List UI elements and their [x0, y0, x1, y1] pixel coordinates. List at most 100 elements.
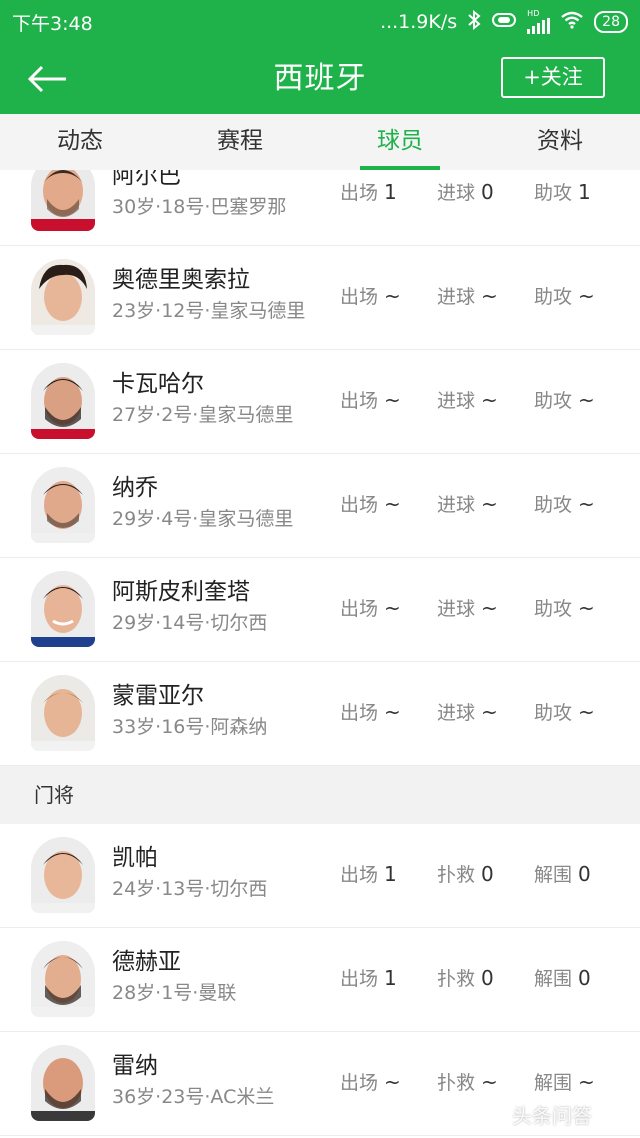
stat-value: 1: [384, 180, 397, 204]
stat-label: 助攻: [534, 702, 573, 724]
stat-value: ~: [481, 388, 498, 412]
watermark: 头条问答: [484, 1100, 592, 1129]
player-row[interactable]: 奥德里奥索拉 23岁·12号·皇家马德里 出场 ~ 进球 ~ 助攻 ~: [0, 246, 640, 350]
stat-value: 0: [481, 862, 494, 886]
app-bar: 西班牙 +关注: [0, 44, 640, 114]
stat-label: 解围: [534, 968, 573, 990]
player-row[interactable]: 阿尔巴 30岁·18号·巴塞罗那 出场 1 进球 0 助攻 1: [0, 170, 640, 246]
tab-info[interactable]: 资料: [480, 114, 640, 170]
player-meta: 33岁·16号·阿森纳: [112, 716, 268, 738]
player-name: 德赫亚: [112, 949, 181, 975]
player-name: 雷纳: [112, 1053, 158, 1079]
stat-assists: 助攻 ~: [534, 490, 595, 517]
stat-value: ~: [578, 492, 595, 516]
stat-apps: 出场 ~: [340, 386, 401, 413]
stat-value: ~: [481, 284, 498, 308]
tab-bar: 动态 赛程 球员 资料: [0, 114, 640, 170]
stat-label: 进球: [437, 182, 476, 204]
stat-label: 扑救: [437, 1072, 476, 1094]
stat-value: 0: [578, 966, 591, 990]
stat-value: 1: [384, 966, 397, 990]
player-meta: 29岁·4号·皇家马德里: [112, 508, 294, 530]
stat-saves: 扑救 0: [437, 860, 494, 887]
stat-value: ~: [578, 1070, 595, 1094]
player-name: 卡瓦哈尔: [112, 371, 204, 397]
stat-goals: 进球 ~: [437, 282, 498, 309]
follow-button[interactable]: +关注: [501, 57, 605, 98]
avatar: [31, 170, 95, 231]
avatar: [31, 363, 95, 439]
stat-goals: 进球 ~: [437, 698, 498, 725]
stat-value: 0: [578, 862, 591, 886]
stat-label: 解围: [534, 864, 573, 886]
player-meta: 28岁·1号·曼联: [112, 982, 237, 1004]
stat-value: ~: [481, 596, 498, 620]
stat-apps: 出场 1: [340, 178, 397, 205]
status-time: 下午3:48: [12, 12, 93, 35]
stat-goals: 进球 ~: [437, 594, 498, 621]
list-inner: 阿尔巴 30岁·18号·巴塞罗那 出场 1 进球 0 助攻 1 奥德里奥索拉 23岁·…: [0, 170, 640, 1136]
stat-value: ~: [384, 596, 401, 620]
stat-value: ~: [481, 1070, 498, 1094]
stat-value: ~: [578, 596, 595, 620]
player-row[interactable]: 凯帕 24岁·13号·切尔西 出场 1 扑救 0 解围 0: [0, 824, 640, 928]
stat-value: 0: [481, 966, 494, 990]
player-name: 纳乔: [112, 475, 158, 501]
wifi-icon: [560, 11, 584, 34]
stat-clearances: 解围 ~: [534, 1068, 595, 1095]
player-row[interactable]: 纳乔 29岁·4号·皇家马德里 出场 ~ 进球 ~ 助攻 ~: [0, 454, 640, 558]
stat-value: 1: [578, 180, 591, 204]
avatar: [31, 467, 95, 543]
stat-goals: 进球 ~: [437, 490, 498, 517]
stat-apps: 出场 ~: [340, 698, 401, 725]
tab-dynamics[interactable]: 动态: [0, 114, 160, 170]
stat-value: 1: [384, 862, 397, 886]
player-name: 阿尔巴: [112, 170, 181, 189]
player-name: 阿斯皮利奎塔: [112, 579, 250, 605]
stat-value: ~: [578, 700, 595, 724]
stat-apps: 出场 ~: [340, 1068, 401, 1095]
stat-label: 扑救: [437, 864, 476, 886]
stat-goals: 进球 0: [437, 178, 494, 205]
player-row[interactable]: 卡瓦哈尔 27岁·2号·皇家马德里 出场 ~ 进球 ~ 助攻 ~: [0, 350, 640, 454]
stat-value: ~: [384, 388, 401, 412]
stat-label: 扑救: [437, 968, 476, 990]
avatar: [31, 571, 95, 647]
player-meta: 36岁·23号·AC米兰: [112, 1086, 275, 1108]
player-row[interactable]: 蒙雷亚尔 33岁·16号·阿森纳 出场 ~ 进球 ~ 助攻 ~: [0, 662, 640, 766]
player-meta: 27岁·2号·皇家马德里: [112, 404, 294, 426]
stat-value: ~: [578, 284, 595, 308]
avatar: [31, 941, 95, 1017]
tab-players[interactable]: 球员: [320, 114, 480, 170]
stat-value: ~: [481, 492, 498, 516]
stat-assists: 助攻 ~: [534, 698, 595, 725]
stat-label: 出场: [340, 1072, 379, 1094]
stat-apps: 出场 ~: [340, 490, 401, 517]
stat-label: 助攻: [534, 182, 573, 204]
stat-label: 出场: [340, 968, 379, 990]
player-row[interactable]: 阿斯皮利奎塔 29岁·14号·切尔西 出场 ~ 进球 ~ 助攻 ~: [0, 558, 640, 662]
stat-saves: 扑救 0: [437, 964, 494, 991]
stat-label: 进球: [437, 702, 476, 724]
player-meta: 23岁·12号·皇家马德里: [112, 300, 306, 322]
network-speed: ...1.9K/s: [380, 11, 458, 33]
player-name: 奥德里奥索拉: [112, 267, 250, 293]
tab-schedule[interactable]: 赛程: [160, 114, 320, 170]
stat-value: ~: [384, 492, 401, 516]
chat-bubble-icon: [485, 1104, 507, 1125]
stat-label: 助攻: [534, 286, 573, 308]
player-list: 阿尔巴 30岁·18号·巴塞罗那 出场 1 进球 0 助攻 1 奥德里奥索拉 23岁·…: [0, 170, 640, 1138]
battery-icon: 28: [594, 11, 628, 33]
avatar: [31, 1045, 95, 1121]
stat-assists: 助攻 ~: [534, 282, 595, 309]
battery-level: 28: [602, 14, 620, 30]
stat-label: 进球: [437, 598, 476, 620]
stat-assists: 助攻 ~: [534, 594, 595, 621]
stat-apps: 出场 1: [340, 860, 397, 887]
watermark-text: 头条问答: [512, 1104, 592, 1128]
stat-label: 出场: [340, 286, 379, 308]
player-row[interactable]: 德赫亚 28岁·1号·曼联 出场 1 扑救 0 解围 0: [0, 928, 640, 1032]
stat-label: 出场: [340, 494, 379, 516]
stat-value: ~: [384, 700, 401, 724]
status-bar: 下午3:48 ...1.9K/s HD 28: [0, 0, 640, 44]
